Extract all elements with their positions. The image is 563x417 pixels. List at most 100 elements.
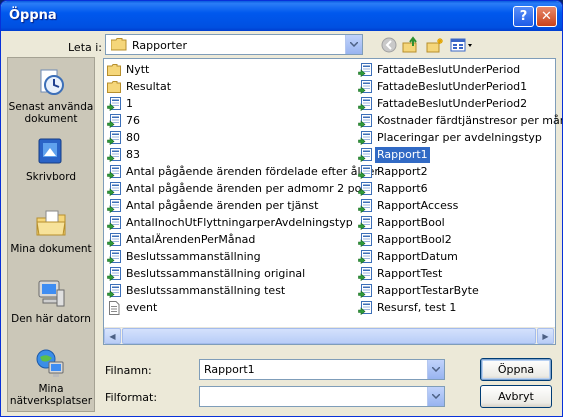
- file-item-label: AntalInochUtFlyttningarperAvdelningstyp: [126, 216, 353, 229]
- horizontal-scrollbar[interactable]: ◀ ▶: [104, 327, 555, 344]
- file-item[interactable]: Antal pågående ärenden fördelade efter å…: [107, 164, 381, 180]
- file-item[interactable]: AntalInochUtFlyttningarperAvdelningstyp: [107, 215, 355, 231]
- file-item-label: Beslutssammanställning original: [126, 267, 306, 280]
- help-button[interactable]: ?: [513, 6, 534, 27]
- lookin-dropdown-button[interactable]: [345, 35, 362, 54]
- file-item[interactable]: RapportTest: [358, 266, 444, 282]
- file-item[interactable]: FattadeBeslutUnderPeriod1: [358, 79, 529, 95]
- file-item[interactable]: Antal pågående ärenden per admomr 2 pos: [107, 181, 369, 197]
- file-item[interactable]: event: [107, 300, 159, 316]
- file-item[interactable]: FattadeBeslutUnderPeriod2: [358, 96, 529, 112]
- file-item[interactable]: Kostnader färdtjänstresor per månad: [358, 113, 562, 129]
- file-item[interactable]: AntalÄrendenPerMånad: [107, 232, 257, 248]
- cancel-button-label: Avbryt: [498, 390, 534, 403]
- file-item[interactable]: Beslutssammanställning: [107, 249, 263, 265]
- file-item[interactable]: Rapport1: [358, 147, 430, 163]
- place-my-documents[interactable]: Mina dokument: [8, 208, 94, 255]
- filename-dropdown-button[interactable]: [427, 360, 444, 379]
- file-item-label: Rapport1: [375, 147, 430, 163]
- view-menu-button[interactable]: [449, 35, 475, 55]
- file-item-label: RapportTestarByte: [377, 284, 479, 297]
- back-button[interactable]: [379, 35, 399, 55]
- file-item[interactable]: RapportBool: [358, 215, 447, 231]
- place-my-computer[interactable]: Den här datorn: [8, 278, 94, 325]
- place-network-places-label: Mina nätverksplatser: [9, 383, 93, 407]
- folder-item[interactable]: Resultat: [107, 79, 173, 95]
- place-network-places[interactable]: Mina nätverksplatser: [8, 348, 94, 407]
- filetype-dropdown-button[interactable]: [427, 387, 444, 406]
- file-item-label: FattadeBeslutUnderPeriod1: [377, 80, 528, 93]
- new-folder-icon: [426, 38, 443, 53]
- folder-item[interactable]: Nytt: [107, 62, 151, 78]
- place-recent-documents[interactable]: Senast använda dokument: [8, 66, 94, 125]
- help-icon: ?: [519, 9, 528, 24]
- report-file-icon: [107, 267, 121, 282]
- report-file-icon: [358, 165, 372, 180]
- folder-icon: [107, 80, 121, 94]
- file-item[interactable]: Beslutssammanställning original: [107, 266, 307, 282]
- lookin-dropdown[interactable]: Rapporter: [105, 34, 363, 55]
- file-item-label: Nytt: [126, 63, 150, 76]
- close-button[interactable]: ✕: [536, 6, 557, 27]
- report-file-icon: [358, 267, 372, 282]
- file-item-label: 83: [126, 148, 140, 161]
- report-file-icon: [358, 250, 372, 265]
- file-item[interactable]: Beslutssammanställning test: [107, 283, 287, 299]
- report-file-icon: [358, 148, 372, 163]
- scroll-left-button[interactable]: ◀: [104, 328, 121, 344]
- file-item-label: 80: [126, 131, 140, 144]
- close-icon: ✕: [541, 9, 552, 24]
- document-file-icon: [107, 301, 121, 315]
- file-item[interactable]: Resursf, test 1: [358, 300, 458, 316]
- file-item-label: Resultat: [126, 80, 172, 93]
- file-item[interactable]: RapportBool2: [358, 232, 454, 248]
- file-item[interactable]: RapportDatum: [358, 249, 460, 265]
- filetype-combo[interactable]: [199, 386, 445, 407]
- report-file-icon: [358, 301, 372, 316]
- scroll-right-button[interactable]: ▶: [537, 328, 554, 344]
- cancel-button[interactable]: Avbryt: [480, 385, 552, 408]
- file-item-label: Placeringar per avdelningstyp: [377, 131, 542, 144]
- chevron-down-icon: [432, 367, 440, 372]
- desktop-icon: [38, 138, 62, 164]
- network-places-icon: [36, 349, 64, 377]
- report-file-icon: [358, 97, 372, 112]
- report-file-icon: [358, 80, 372, 95]
- report-file-icon: [358, 182, 372, 197]
- file-item[interactable]: RapportAccess: [358, 198, 460, 214]
- file-item-label: Antal pågående ärenden per tjänst: [126, 199, 319, 212]
- file-item[interactable]: 76: [107, 113, 142, 129]
- file-item-label: FattadeBeslutUnderPeriod: [377, 63, 521, 76]
- new-folder-button[interactable]: [425, 35, 445, 55]
- place-my-computer-label: Den här datorn: [11, 313, 91, 325]
- file-item-label: RapportBool2: [377, 233, 452, 246]
- file-item[interactable]: 1: [107, 96, 135, 112]
- file-item[interactable]: Antal pågående ärenden per tjänst: [107, 198, 320, 214]
- file-item[interactable]: Rapport2: [358, 164, 430, 180]
- file-item-label: RapportBool: [377, 216, 445, 229]
- file-item-label: Antal pågående ärenden fördelade efter å…: [126, 165, 379, 178]
- file-list[interactable]: ◀ ▶ Nytt Resultat 1 76 80 83 Antal pågående är…: [103, 58, 562, 345]
- filename-input[interactable]: Rapport1: [204, 363, 255, 376]
- file-item[interactable]: 83: [107, 147, 142, 163]
- back-arrow-icon: [381, 37, 397, 53]
- report-file-icon: [358, 199, 372, 214]
- file-item[interactable]: FattadeBeslutUnderPeriod: [358, 62, 522, 78]
- up-folder-button[interactable]: [401, 35, 421, 55]
- filename-combo[interactable]: Rapport1: [199, 359, 445, 380]
- report-file-icon: [107, 216, 121, 231]
- folder-icon: [107, 63, 121, 77]
- file-item[interactable]: Rapport6: [358, 181, 430, 197]
- open-button[interactable]: Öppna: [480, 358, 552, 381]
- open-button-label: Öppna: [497, 363, 535, 376]
- file-item[interactable]: RapportTestarByte: [358, 283, 481, 299]
- title-bar[interactable]: Öppna ? ✕: [1, 1, 562, 31]
- file-item-label: AntalÄrendenPerMånad: [126, 233, 256, 246]
- file-item[interactable]: 80: [107, 130, 142, 146]
- scroll-thumb[interactable]: [122, 328, 536, 344]
- report-file-icon: [107, 250, 121, 265]
- file-item[interactable]: Placeringar per avdelningstyp: [358, 130, 544, 146]
- report-file-icon: [107, 165, 121, 180]
- place-desktop[interactable]: Skrivbord: [8, 136, 94, 183]
- report-file-icon: [107, 233, 121, 248]
